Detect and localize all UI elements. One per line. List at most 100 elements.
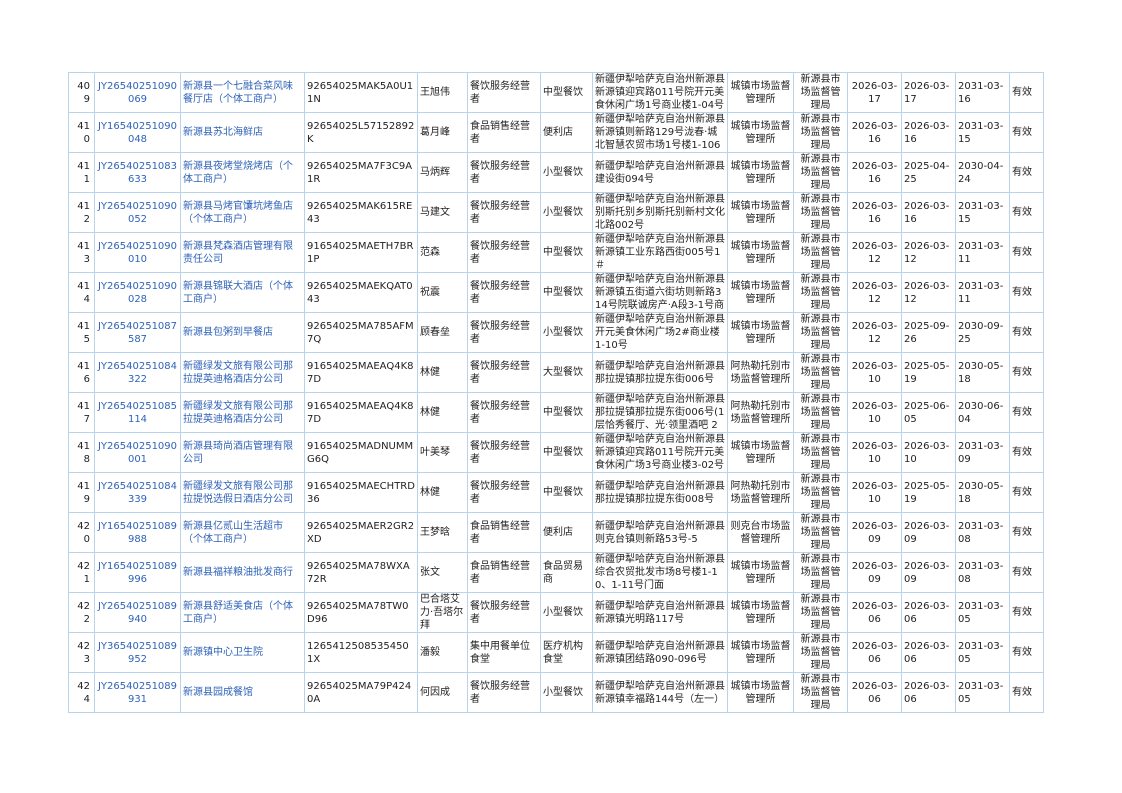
legal-person-cell: 马炳辉	[417, 152, 468, 193]
issuing-authority-text: 新源县市场监督管理局	[800, 74, 841, 111]
valid-to-text: 2031-03-08	[958, 560, 1004, 585]
license-number-cell: JY26540251090010	[94, 232, 181, 273]
license-number-cell: JY26540251090069	[94, 72, 181, 113]
issuing-authority-text: 新源县市场监督管理局	[800, 114, 841, 151]
issuing-authority-cell: 新源县市场监督管理局	[793, 352, 848, 393]
operator-type-cell: 餐饮服务经营者	[467, 192, 541, 233]
valid-from-text: 2026-03-06	[904, 680, 950, 705]
table-row: 415 JY26540251087587 新源县包粥到早餐店 92654025MA78…	[68, 312, 1044, 353]
issuing-authority-text: 新源县市场监督管理局	[800, 674, 841, 711]
valid-to-text: 2030-05-18	[958, 480, 1004, 505]
business-name-text: 新疆绿发文旅有限公司那拉提悦选假日酒店分公司	[183, 480, 293, 505]
license-number-text: JY26540251089940	[97, 600, 178, 625]
license-number-cell: JY26540251085114	[94, 392, 181, 433]
issue-date-text: 2026-03-06	[851, 640, 898, 665]
legal-person-text: 范森	[420, 247, 440, 258]
business-name-cell: 新源县苏北海鲜店	[180, 112, 305, 153]
operator-type-cell: 餐饮服务经营者	[467, 72, 541, 113]
address-text: 新疆伊犁哈萨克自治州新源县新源镇迎宾路011号院开元美食休闲广场3号商业楼3-0…	[595, 434, 725, 471]
valid-to-text: 2031-03-11	[958, 240, 1004, 265]
daily-supervision-cell: 城镇市场监督管理所	[727, 672, 794, 713]
license-number-cell: JY16540251090048	[94, 112, 181, 153]
daily-supervision-cell: 阿热勒托别市场监督管理所	[727, 472, 794, 513]
valid-from-cell: 2026-03-12	[901, 272, 956, 313]
business-name-text: 新源县梵森酒店管理有限责任公司	[183, 240, 293, 265]
license-number-text: JY26540251089931	[97, 680, 178, 705]
legal-person-cell: 何因成	[417, 672, 468, 713]
row-number-cell: 424	[68, 672, 95, 713]
issuing-authority-text: 新源县市场监督管理局	[800, 354, 841, 391]
legal-person-text: 马炳辉	[420, 167, 450, 178]
credit-code-text: 92654025MAK5A0U11N	[307, 80, 414, 105]
operator-type-cell: 集中用餐单位食堂	[467, 632, 541, 673]
issuing-authority-text: 新源县市场监督管理局	[800, 274, 841, 311]
valid-from-cell: 2026-03-06	[901, 672, 956, 713]
issue-date-text: 2026-03-16	[851, 120, 898, 145]
credit-code-text: 91654025MAETH7BR1P	[307, 240, 414, 265]
valid-to-text: 2031-03-11	[958, 280, 1004, 305]
issue-date-text: 2026-03-10	[851, 400, 898, 425]
license-number-text: JY16540251090048	[97, 120, 178, 145]
issue-date-text: 2026-03-10	[851, 360, 898, 385]
address-cell: 新疆伊犁哈萨克自治州新源县新源镇五街道六街坊则新路314号院联诚房产·A段3-1…	[592, 272, 728, 313]
valid-to-cell: 2031-03-08	[955, 552, 1010, 593]
legal-person-cell: 叶美琴	[417, 432, 468, 473]
row-number-cell: 421	[68, 552, 95, 593]
address-text: 新疆伊犁哈萨克自治州新源县建设街094号	[595, 160, 725, 185]
credit-code-text: 92654025MAEKQAT043	[307, 280, 413, 305]
credit-code-cell: 92654025MA78WXA72R	[304, 552, 418, 593]
issue-date-cell: 2026-03-12	[847, 232, 902, 273]
main-business-cell: 中型餐饮	[540, 472, 593, 513]
daily-supervision-text: 城镇市场监督管理所	[730, 320, 791, 345]
credit-code-text: 91654025MADNUMMG6Q	[307, 440, 414, 465]
valid-from-text: 2026-03-12	[904, 280, 950, 305]
operator-type-cell: 餐饮服务经营者	[467, 352, 541, 393]
valid-from-cell: 2026-03-16	[901, 112, 956, 153]
legal-person-text: 何因成	[420, 687, 450, 698]
license-number-text: JY26540251090010	[97, 240, 178, 265]
valid-from-text: 2025-04-25	[904, 160, 950, 185]
address-text: 新疆伊犁哈萨克自治州新源县新源镇迎宾路011号院开元美食休闲广场1号商业楼1-0…	[595, 74, 725, 111]
operator-type-cell: 餐饮服务经营者	[467, 472, 541, 513]
legal-person-text: 王梦晗	[420, 527, 450, 538]
main-business-text: 中型餐饮	[543, 247, 583, 258]
legal-person-cell: 巴合塔艾力·吾塔尔拜	[417, 592, 468, 633]
credit-code-cell: 92654025MA78TW0D96	[304, 592, 418, 633]
business-name-cell: 新源县琦尚酒店管理有限公司	[180, 432, 305, 473]
daily-supervision-cell: 城镇市场监督管理所	[727, 432, 794, 473]
status-cell: 有效	[1009, 352, 1044, 393]
main-business-cell: 医疗机构食堂	[540, 632, 593, 673]
row-number-text: 411	[77, 160, 90, 185]
address-cell: 新疆伊犁哈萨克自治州新源县新源镇团结路090-096号	[592, 632, 728, 673]
valid-to-cell: 2031-03-15	[955, 112, 1010, 153]
main-business-text: 医疗机构食堂	[543, 640, 583, 665]
status-cell: 有效	[1009, 472, 1044, 513]
business-name-cell: 新疆绿发文旅有限公司那拉提英迪格酒店分公司	[180, 392, 305, 433]
valid-from-cell: 2026-03-09	[901, 552, 956, 593]
valid-from-text: 2026-03-06	[904, 600, 950, 625]
status-text: 有效	[1012, 407, 1032, 418]
operator-type-cell: 食品销售经营者	[467, 512, 541, 553]
daily-supervision-text: 城镇市场监督管理所	[730, 200, 791, 225]
issue-date-text: 2026-03-12	[851, 280, 898, 305]
credit-code-text: 91654025MAEAQ4K87D	[307, 400, 414, 425]
main-business-text: 中型餐饮	[543, 87, 583, 98]
address-cell: 新疆伊犁哈萨克自治州新源县那拉提镇那拉提东街006号	[592, 352, 728, 393]
daily-supervision-cell: 城镇市场监督管理所	[727, 192, 794, 233]
issuing-authority-text: 新源县市场监督管理局	[800, 234, 841, 271]
valid-to-text: 2031-03-15	[958, 120, 1004, 145]
business-name-text: 新源县锦联大酒店（个体工商户）	[183, 280, 293, 305]
valid-from-text: 2026-03-10	[904, 440, 950, 465]
status-cell: 有效	[1009, 192, 1044, 233]
valid-from-text: 2026-03-16	[904, 200, 950, 225]
license-number-cell: JY26540251090052	[94, 192, 181, 233]
row-number-cell: 418	[68, 432, 95, 473]
license-number-cell: JY26540251083633	[94, 152, 181, 193]
status-cell: 有效	[1009, 632, 1044, 673]
table-row: 418 JY26540251090001 新源县琦尚酒店管理有限公司 91654025…	[68, 432, 1044, 473]
valid-from-text: 2026-03-09	[904, 560, 950, 585]
row-number-text: 409	[77, 80, 90, 105]
row-number-text: 410	[77, 120, 90, 145]
issuing-authority-cell: 新源县市场监督管理局	[793, 72, 848, 113]
address-cell: 新疆伊犁哈萨克自治州新源县新源镇则新路129号泷春·城北智慧农贸市场1号楼1-1…	[592, 112, 728, 153]
